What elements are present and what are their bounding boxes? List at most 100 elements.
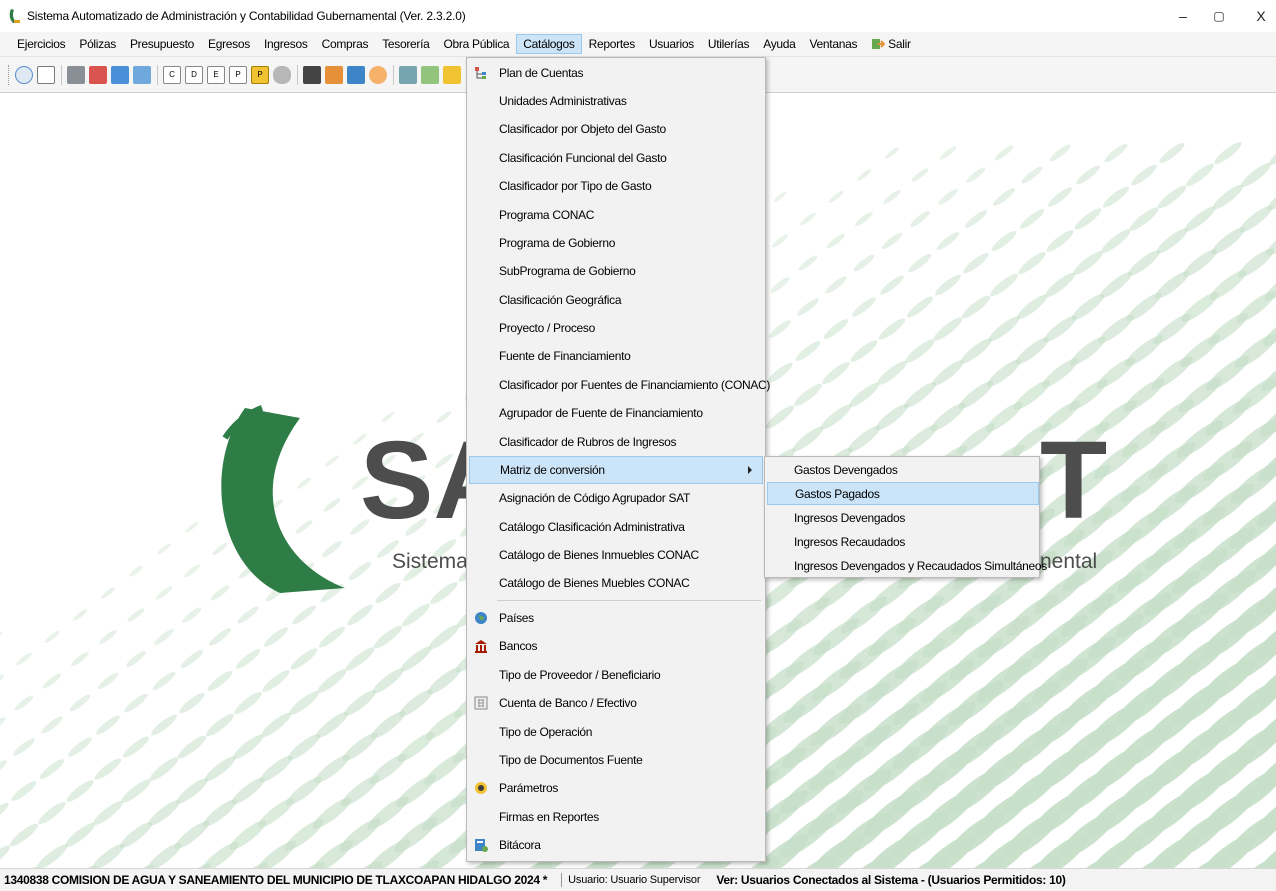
- menu-item-label: Fuente de Financiamiento: [499, 349, 631, 363]
- edit-icon[interactable]: [325, 65, 343, 84]
- menu-item-cuenta-banco-efectivo[interactable]: Cuenta de Banco / Efectivo: [469, 689, 763, 717]
- stripe-mark: [910, 210, 930, 228]
- stripe-mark: [39, 759, 65, 779]
- stripe-mark: [765, 405, 795, 429]
- menu-item-programa-conac[interactable]: Programa CONAC: [469, 201, 763, 229]
- stripe-mark: [14, 695, 34, 711]
- menu-item-clasificacion-funcional-gasto[interactable]: Clasificación Funcional del Gasto: [469, 144, 763, 172]
- close-button[interactable]: X: [1238, 0, 1276, 32]
- menu-item-clasificador-tipo-gasto[interactable]: Clasificador por Tipo de Gasto: [469, 172, 763, 200]
- menu-ventanas[interactable]: Ventanas: [803, 34, 865, 54]
- p-gold-icon[interactable]: P: [251, 65, 269, 84]
- menu-obra-publica[interactable]: Obra Pública: [437, 34, 517, 54]
- clipboard-icon[interactable]: [303, 65, 321, 84]
- menu-item-tipo-operacion[interactable]: Tipo de Operación: [469, 718, 763, 746]
- stripe-mark: [1076, 165, 1100, 185]
- menu-polizas[interactable]: Pólizas: [72, 34, 123, 54]
- menu-egresos[interactable]: Egresos: [201, 34, 257, 54]
- print-icon[interactable]: [273, 65, 291, 84]
- menu-catalogos[interactable]: Catálogos: [516, 34, 582, 54]
- menu-presupuesto[interactable]: Presupuesto: [123, 34, 201, 54]
- submenu-item-ingresos-devengados-recaudados-simultaneos[interactable]: Ingresos Devengados y Recaudados Simultá…: [767, 554, 1047, 577]
- menu-item-catalogo-clasificacion-administrativa[interactable]: Catálogo Clasificación Administrativa: [469, 513, 763, 541]
- stripe-mark: [122, 736, 150, 758]
- chart-icon[interactable]: [347, 65, 365, 84]
- stripe-mark: [97, 672, 119, 690]
- printer-icon[interactable]: [67, 65, 85, 84]
- submenu-item-ingresos-recaudados[interactable]: Ingresos Recaudados: [767, 530, 1039, 553]
- app-icon: [9, 9, 20, 23]
- submenu-item-gastos-pagados[interactable]: Gastos Pagados: [767, 482, 1039, 505]
- stripe-mark: [933, 317, 963, 341]
- stripe-mark: [93, 801, 123, 825]
- stripe-mark: [1129, 207, 1159, 231]
- stripe-mark: [0, 631, 3, 643]
- menu-salir[interactable]: Salir: [864, 34, 918, 54]
- transfer-icon[interactable]: [89, 65, 107, 84]
- maximize-button[interactable]: ▢: [1196, 0, 1242, 32]
- menu-item-asignacion-codigo-agrupador-sat[interactable]: Asignación de Código Agrupador SAT: [469, 484, 763, 512]
- menu-item-bancos[interactable]: Bancos: [469, 632, 763, 660]
- menu-item-parametros[interactable]: Parámetros: [469, 774, 763, 802]
- menu-item-matriz-conversion[interactable]: Matriz de conversión: [469, 456, 763, 484]
- stripe-mark: [1214, 141, 1242, 165]
- d-icon[interactable]: D: [185, 65, 203, 84]
- menu-item-plan-de-cuentas[interactable]: Plan de Cuentas: [469, 59, 763, 87]
- stripe-mark: [938, 189, 958, 205]
- menu-item-clasificacion-geografica[interactable]: Clasificación Geográfica: [469, 286, 763, 314]
- stripe-mark: [44, 630, 60, 644]
- menu-item-label: Programa de Gobierno: [499, 236, 616, 250]
- catalogos-dropdown: Plan de Cuentas Unidades Administrativas…: [466, 57, 770, 862]
- stripe-mark: [318, 626, 346, 648]
- menu-item-clasificador-fuentes-financiamiento-conac[interactable]: Clasificador por Fuentes de Financiamien…: [469, 371, 770, 399]
- menu-utilerias[interactable]: Utilerías: [701, 34, 756, 54]
- menu-item-firmas-reportes[interactable]: Firmas en Reportes: [469, 803, 763, 831]
- package-icon[interactable]: [369, 65, 387, 84]
- stripe-mark: [290, 648, 318, 670]
- menu-item-label: Catálogo de Bienes Inmuebles CONAC: [499, 548, 699, 562]
- stripe-mark: [237, 606, 259, 624]
- stripe-mark: [850, 340, 878, 362]
- submenu-item-gastos-devengados[interactable]: Gastos Devengados: [767, 458, 1039, 481]
- toolbar-separator: [297, 64, 298, 85]
- calculator-icon[interactable]: [133, 65, 151, 84]
- menu-ingresos[interactable]: Ingresos: [257, 34, 315, 54]
- menu-item-paises[interactable]: Países: [469, 604, 763, 632]
- menu-ejercicios[interactable]: Ejercicios: [10, 34, 72, 54]
- menu-item-clasificador-objeto-gasto[interactable]: Clasificador por Objeto del Gasto: [469, 115, 763, 143]
- stripe-mark: [311, 840, 353, 868]
- report-icon[interactable]: [37, 65, 55, 84]
- menu-item-proyecto-proceso[interactable]: Proyecto / Proceso: [469, 314, 763, 342]
- menu-item-unidades-administrativas[interactable]: Unidades Administrativas: [469, 87, 763, 115]
- menu-ayuda[interactable]: Ayuda: [756, 34, 802, 54]
- e-icon[interactable]: E: [207, 65, 225, 84]
- menu-item-fuente-financiamiento[interactable]: Fuente de Financiamiento: [469, 342, 763, 370]
- menu-item-tipo-proveedor-beneficiario[interactable]: Tipo de Proveedor / Beneficiario: [469, 661, 763, 689]
- menu-item-bienes-muebles-conac[interactable]: Catálogo de Bienes Muebles CONAC: [469, 569, 763, 597]
- menu-item-subprograma-gobierno[interactable]: SubPrograma de Gobierno: [469, 257, 763, 285]
- download-icon[interactable]: [111, 65, 129, 84]
- menu-tesoreria[interactable]: Tesorería: [375, 34, 436, 54]
- status-connected-users[interactable]: Ver: Usuarios Conectados al Sistema - (U…: [716, 873, 1066, 887]
- c-icon[interactable]: C: [163, 65, 181, 84]
- stripe-mark: [1240, 162, 1272, 188]
- stripe-mark: [375, 582, 401, 604]
- tools-icon[interactable]: [421, 65, 439, 84]
- menu-item-clasificador-rubros-ingresos[interactable]: Clasificador de Rubros de Ingresos: [469, 428, 763, 456]
- p-icon[interactable]: P: [229, 65, 247, 84]
- menu-item-programa-gobierno[interactable]: Programa de Gobierno: [469, 229, 763, 257]
- menu-compras[interactable]: Compras: [315, 34, 376, 54]
- menu-item-tipo-documentos-fuente[interactable]: Tipo de Documentos Fuente: [469, 746, 763, 774]
- menu-item-agrupador-fuente-financiamiento[interactable]: Agrupador de Fuente de Financiamiento: [469, 399, 763, 427]
- notes-icon[interactable]: [399, 65, 417, 84]
- submenu-item-ingresos-devengados[interactable]: Ingresos Devengados: [767, 506, 1039, 529]
- menu-item-label: SubPrograma de Gobierno: [499, 264, 636, 278]
- layers-icon[interactable]: [443, 65, 461, 84]
- menu-usuarios[interactable]: Usuarios: [642, 34, 701, 54]
- menu-item-bitacora[interactable]: Bitácora: [469, 831, 763, 859]
- menu-item-bienes-inmuebles-conac[interactable]: Catálogo de Bienes Inmuebles CONAC: [469, 541, 763, 569]
- stripe-mark: [1021, 166, 1043, 184]
- refresh-icon[interactable]: [15, 65, 33, 84]
- stripe-mark: [963, 252, 989, 274]
- menu-reportes[interactable]: Reportes: [582, 34, 642, 54]
